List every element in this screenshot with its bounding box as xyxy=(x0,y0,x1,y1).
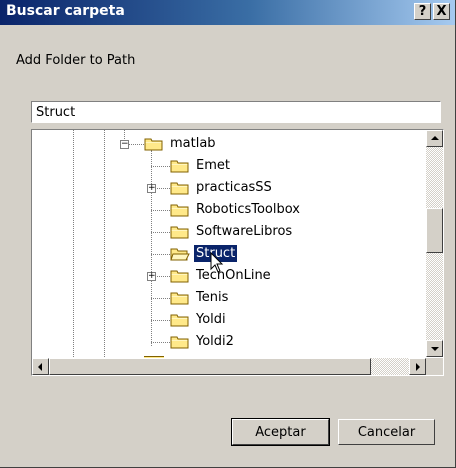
tree-item-label: SoftwareLibros xyxy=(196,224,293,239)
folder-icon xyxy=(144,138,163,151)
tree-guide-line xyxy=(104,130,105,357)
folder-icon xyxy=(170,182,189,195)
tree-item[interactable]: matlab xyxy=(144,133,374,155)
tree-item[interactable]: RoboticsToolbox xyxy=(170,199,400,221)
tree-item-label: TechOnLine xyxy=(196,268,271,283)
tree-item-label: Yoldi2 xyxy=(196,334,234,349)
horizontal-scroll-thumb[interactable] xyxy=(49,358,371,375)
mouse-pointer-icon xyxy=(210,252,224,273)
tree-item-label: Tenis xyxy=(196,290,229,305)
tree-item[interactable]: Yoldi2 xyxy=(170,331,400,353)
tree-guide-line xyxy=(124,130,125,139)
tree-item[interactable]: Tenis xyxy=(170,287,400,309)
arrow-left-icon xyxy=(38,363,42,371)
tree-item[interactable]: Yoldi xyxy=(170,309,400,331)
folder-icon xyxy=(170,270,189,283)
tree-guide-line xyxy=(73,130,74,357)
scrollbar-corner xyxy=(426,358,443,375)
window-title: Buscar carpeta xyxy=(6,3,125,19)
browse-folder-dialog: Buscar carpeta ? X Add Folder to Path ma… xyxy=(0,0,456,468)
accept-button[interactable]: Aceptar xyxy=(231,418,330,446)
tree-item[interactable]: SoftwareLibros xyxy=(170,221,400,243)
folder-icon xyxy=(170,292,189,305)
tree-item-label: Emet xyxy=(196,158,230,173)
title-bar[interactable]: Buscar carpeta ? X xyxy=(0,0,455,25)
tree-connector xyxy=(151,232,170,233)
tree-item-label: Yoldi xyxy=(196,312,226,327)
folder-icon xyxy=(170,160,189,173)
tree-connector xyxy=(151,254,170,255)
arrow-up-icon xyxy=(431,136,439,140)
tree-item[interactable]: TechOnLine xyxy=(170,265,400,287)
tree-item[interactable]: Emet xyxy=(170,155,400,177)
scroll-up-button[interactable] xyxy=(426,130,443,147)
arrow-down-icon xyxy=(431,347,439,351)
expand-icon[interactable]: + xyxy=(147,184,156,193)
vertical-scroll-thumb[interactable] xyxy=(426,208,443,253)
vertical-scrollbar[interactable] xyxy=(426,130,443,357)
tree-connector xyxy=(151,166,170,167)
help-button[interactable]: ? xyxy=(414,3,431,20)
tree-connector xyxy=(151,320,170,321)
scroll-right-button[interactable] xyxy=(409,358,426,375)
folder-icon xyxy=(170,204,189,217)
folder-name-input[interactable] xyxy=(31,101,441,123)
tree-connector xyxy=(151,342,170,343)
tree-guide-line xyxy=(151,150,152,346)
instruction-label: Add Folder to Path xyxy=(16,53,136,68)
scroll-down-button[interactable] xyxy=(426,340,443,357)
arrow-right-icon xyxy=(416,363,420,371)
scroll-left-button[interactable] xyxy=(32,358,49,375)
tree-connector xyxy=(151,298,170,299)
close-button[interactable]: X xyxy=(433,3,450,20)
expand-icon[interactable]: + xyxy=(147,272,156,281)
cancel-button[interactable]: Cancelar xyxy=(338,419,435,445)
folder-icon xyxy=(170,314,189,327)
tree-item[interactable]: Struct xyxy=(170,243,400,265)
tree-item-label: RoboticsToolbox xyxy=(196,202,300,217)
folder-icon xyxy=(170,226,189,239)
open-folder-icon xyxy=(170,248,190,261)
collapse-icon[interactable]: − xyxy=(120,140,129,149)
horizontal-scrollbar[interactable] xyxy=(32,358,426,375)
folder-tree[interactable]: matlab − Emet practicasSS + RoboticsToolbox So… xyxy=(31,129,444,376)
tree-item[interactable]: practicasSS xyxy=(170,177,400,199)
tree-connector xyxy=(151,210,170,211)
tree-item-label: practicasSS xyxy=(196,180,272,195)
folder-icon xyxy=(170,336,189,349)
tree-item-label: matlab xyxy=(170,136,216,151)
